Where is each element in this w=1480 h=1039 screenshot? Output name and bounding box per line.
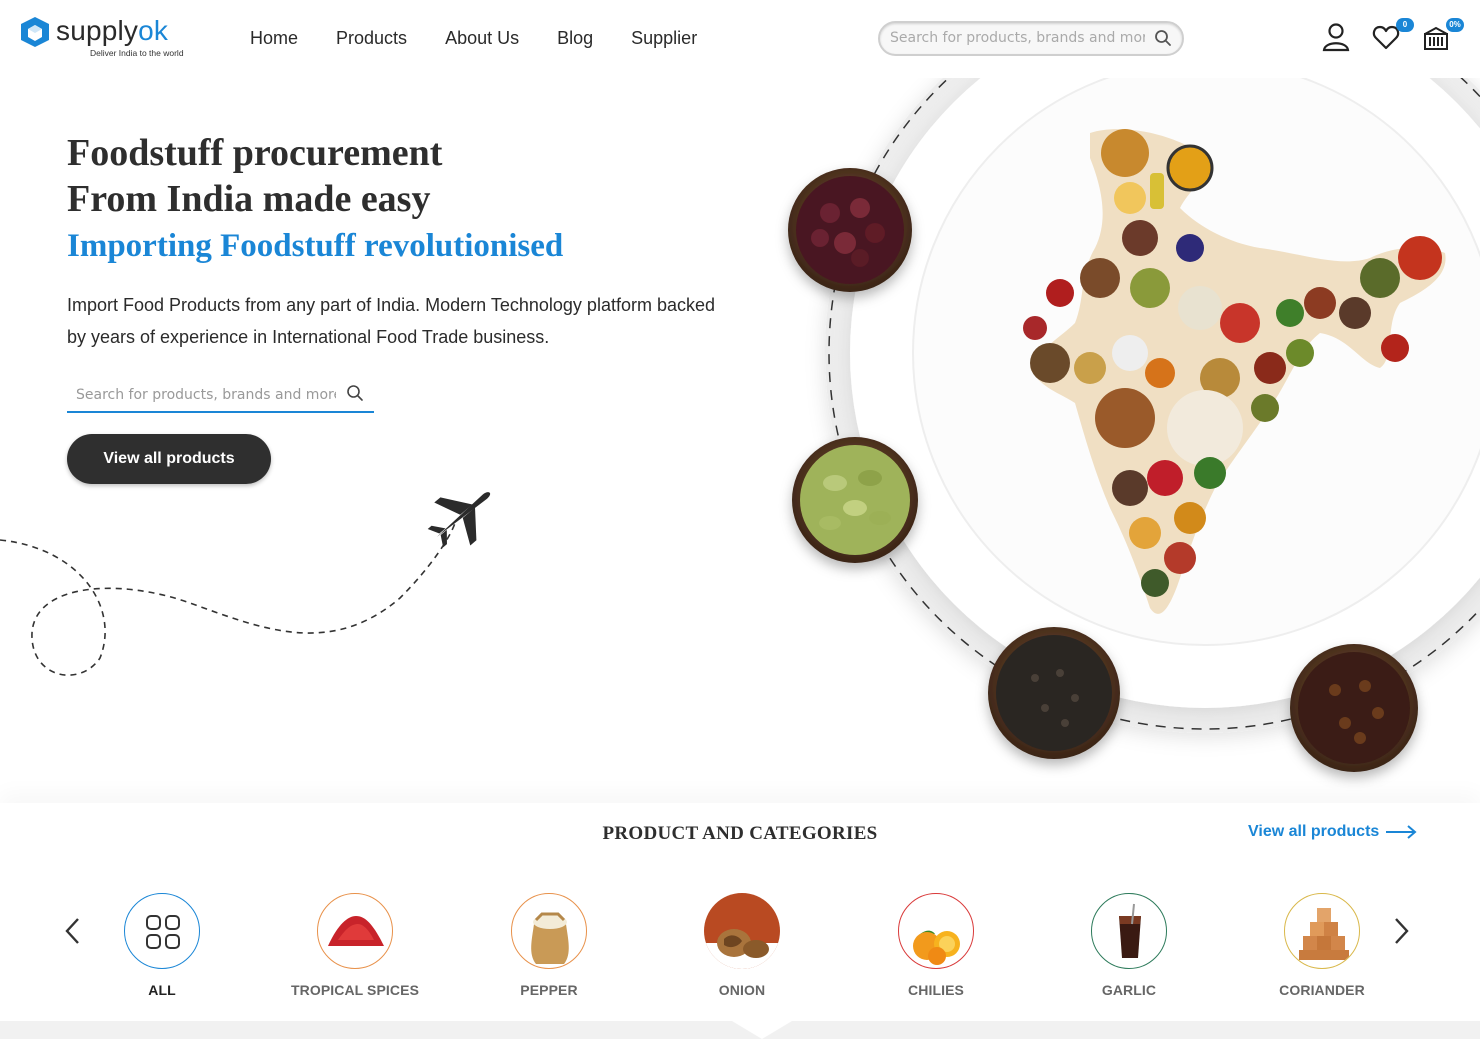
brand-tagline: Deliver India to the world [90,48,184,58]
category-label: ALL [148,982,176,998]
category-garlic[interactable]: GARLIC [1059,893,1199,998]
hero-content: Foodstuff procurement From India made ea… [67,130,747,413]
flight-path [0,522,456,676]
main-nav: Home Products About Us Blog Supplier [250,28,735,49]
brand-logo[interactable]: supplyok Deliver India to the world [20,16,184,58]
hero-search-box [67,377,374,413]
category-label: GARLIC [1101,982,1157,998]
nav-blog[interactable]: Blog [557,28,593,49]
account-button[interactable] [1322,22,1350,52]
category-pepper[interactable]: PEPPER [479,893,619,998]
hero-title-line1: Foodstuff procurement [67,132,443,174]
category-label: CHILIES [908,982,964,998]
carousel-next-button[interactable] [1391,916,1411,946]
category-icon-circle [898,893,974,969]
wishlist-count-badge: 0 [1396,18,1414,32]
carousel-prev-button[interactable] [63,916,83,946]
bowl-red-dates [788,168,912,292]
category-label: ONION [718,982,766,998]
logo-cube-icon [21,17,49,47]
nav-about-us[interactable]: About Us [445,28,519,49]
category-icon-circle [704,893,780,969]
hero-subtitle: Importing Foodstuff revolutionised [67,228,564,264]
category-coriander[interactable]: CORIANDER [1252,893,1392,998]
rice-sack-icon [531,912,569,964]
bowl-cardamom [792,437,918,563]
jaggery-cubes-icon [1299,908,1349,960]
category-icon-circle [317,893,393,969]
arrow-right-icon [1386,825,1417,839]
hero-description: Import Food Products from any part of In… [67,295,715,347]
category-chilies[interactable]: CHILIES [866,893,1006,998]
view-all-products-button[interactable]: View all products [67,434,271,484]
airplane-icon [427,492,491,548]
wishlist-button[interactable]: 0 [1372,18,1414,52]
header-search-box [878,21,1184,56]
category-label: PEPPER [520,982,578,998]
cola-glass-icon [1119,903,1141,958]
cart-button[interactable]: 0% [1422,18,1464,52]
view-all-products-label: View all products [1248,823,1380,840]
category-label: TROPICAL SPICES [290,982,420,998]
grid-icon [146,915,180,949]
category-all-icon-circle [124,893,200,969]
categories-section: PRODUCT AND CATEGORIES View all products… [0,803,1480,1021]
category-onion[interactable]: ONION [672,893,812,998]
category-label: CORIANDER [1279,982,1365,998]
nav-home[interactable]: Home [250,28,298,49]
orange-fruit-icon [913,930,960,965]
brand-name: supplyok [56,15,169,46]
header-actions: 0 0% [1322,18,1464,52]
header-search-input[interactable] [890,30,1145,46]
site-header: supplyok Deliver India to the world Home… [0,0,1480,78]
bowl-cloves [1290,644,1418,772]
category-icon-circle [511,893,587,969]
search-icon[interactable] [346,384,364,402]
nav-supplier[interactable]: Supplier [631,28,697,49]
red-chili-powder-icon [328,916,384,946]
cart-badge: 0% [1446,18,1464,32]
search-icon[interactable] [1154,29,1172,47]
hero-search-input[interactable] [76,387,336,403]
hero-title: Foodstuff procurement From India made ea… [67,130,747,222]
bowl-black-pepper [988,627,1120,759]
view-all-products-link[interactable]: View all products [1248,823,1417,841]
hero-section: Foodstuff procurement From India made ea… [0,78,1480,803]
user-icon [1322,23,1350,52]
hero-title-line2: From India made easy [67,178,431,220]
india-spice-map [1023,129,1446,614]
category-icon-circle [1091,893,1167,969]
walnut-icon [704,929,780,969]
category-icon-circle [1284,893,1360,969]
section-divider [0,1021,1480,1039]
category-all[interactable]: ALL [92,893,232,998]
category-tropical-spices[interactable]: TROPICAL SPICES [285,893,425,998]
nav-products[interactable]: Products [336,28,407,49]
pointer-notch [732,1021,792,1039]
